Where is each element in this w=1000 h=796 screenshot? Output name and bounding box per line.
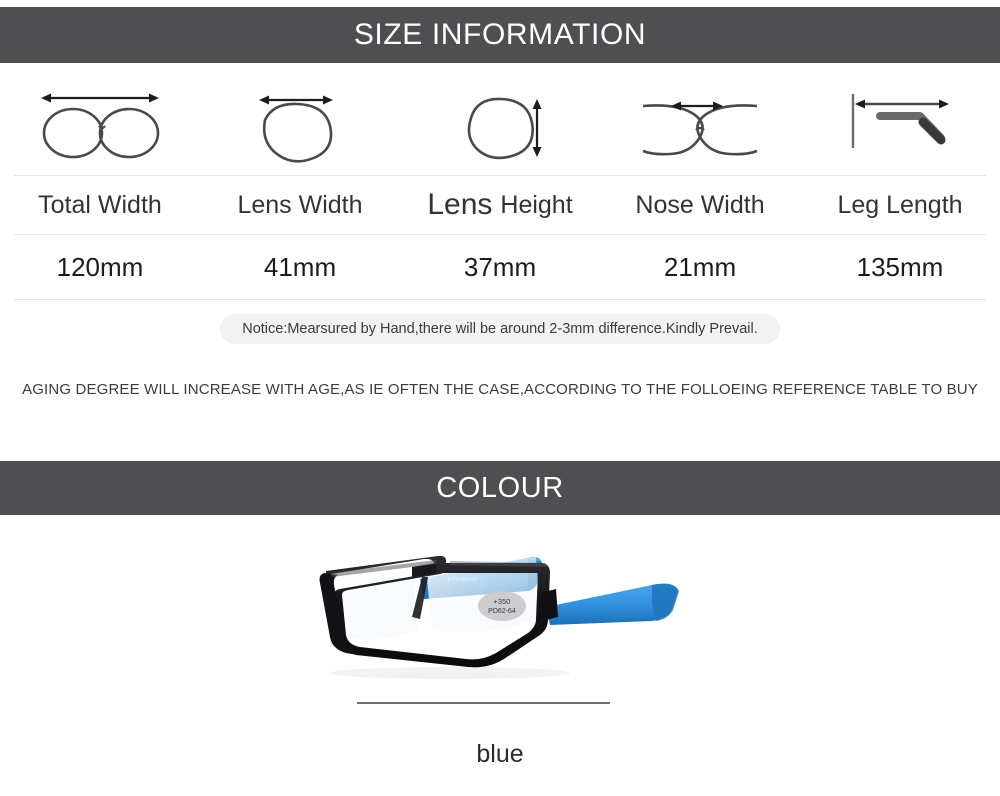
value-leg-length: 135mm: [856, 251, 944, 282]
size-column-leg-length: [800, 78, 1000, 168]
colour-swatch-label: blue: [476, 740, 524, 768]
label-lens-width: Lens Width: [237, 190, 363, 219]
table-rule-bottom: [14, 299, 986, 300]
size-information-banner: SIZE INFORMATION: [0, 7, 1000, 63]
colour-banner-title: COLOUR: [436, 471, 564, 504]
label-leg-length: Leg Length: [837, 190, 963, 219]
eyeglasses-photo: EYEWEAR +350 PD62-64: [319, 555, 679, 679]
leg-length-icon: [825, 78, 975, 168]
colour-section: EYEWEAR +350 PD62-64: [0, 515, 1000, 796]
colour-banner: COLOUR: [0, 461, 1000, 515]
label-lens-height: Lens Height: [400, 188, 600, 222]
label-lens-height-word1: Lens: [427, 188, 493, 221]
lens-height-icon: [425, 78, 575, 168]
notice-row: Notice:Mearsured by Hand,there will be a…: [0, 314, 1000, 344]
size-column-nose-width: [600, 78, 800, 168]
value-total-width: 120mm: [56, 251, 144, 282]
lens-sticker: +350 PD62-64: [478, 591, 526, 621]
value-nose-width: 21mm: [663, 251, 737, 282]
value-lens-width: 41mm: [263, 251, 337, 282]
size-banner-title: SIZE INFORMATION: [353, 18, 647, 51]
size-value-row: 120mm 41mm 37mm 21mm 135mm: [0, 235, 1000, 299]
label-nose-width: Nose Width: [635, 190, 765, 219]
label-lens-height-word2: Height: [500, 190, 573, 219]
size-information-table: Total Width Lens Width Lens Height Nose …: [0, 70, 1000, 344]
value-lens-height: 37mm: [463, 251, 537, 282]
sticker-power: +350: [494, 597, 511, 606]
size-icon-row: [0, 70, 1000, 175]
size-column-lens-height: [400, 78, 600, 168]
sticker-pd: PD62-64: [488, 608, 516, 615]
nose-width-icon: [625, 78, 775, 168]
size-column-lens-width: [200, 78, 400, 168]
product-image-stage: EYEWEAR +350 PD62-64: [0, 515, 1000, 700]
size-label-row: Total Width Lens Width Lens Height Nose …: [0, 176, 1000, 234]
total-width-icon: [25, 78, 175, 168]
measurement-notice: Notice:Mearsured by Hand,there will be a…: [220, 314, 780, 344]
label-total-width: Total Width: [38, 190, 162, 219]
size-column-total-width: [0, 78, 200, 168]
colour-divider: [357, 702, 610, 704]
aging-degree-note: AGING DEGREE WILL INCREASE WITH AGE,AS I…: [22, 381, 978, 398]
lens-width-icon: [225, 78, 375, 168]
